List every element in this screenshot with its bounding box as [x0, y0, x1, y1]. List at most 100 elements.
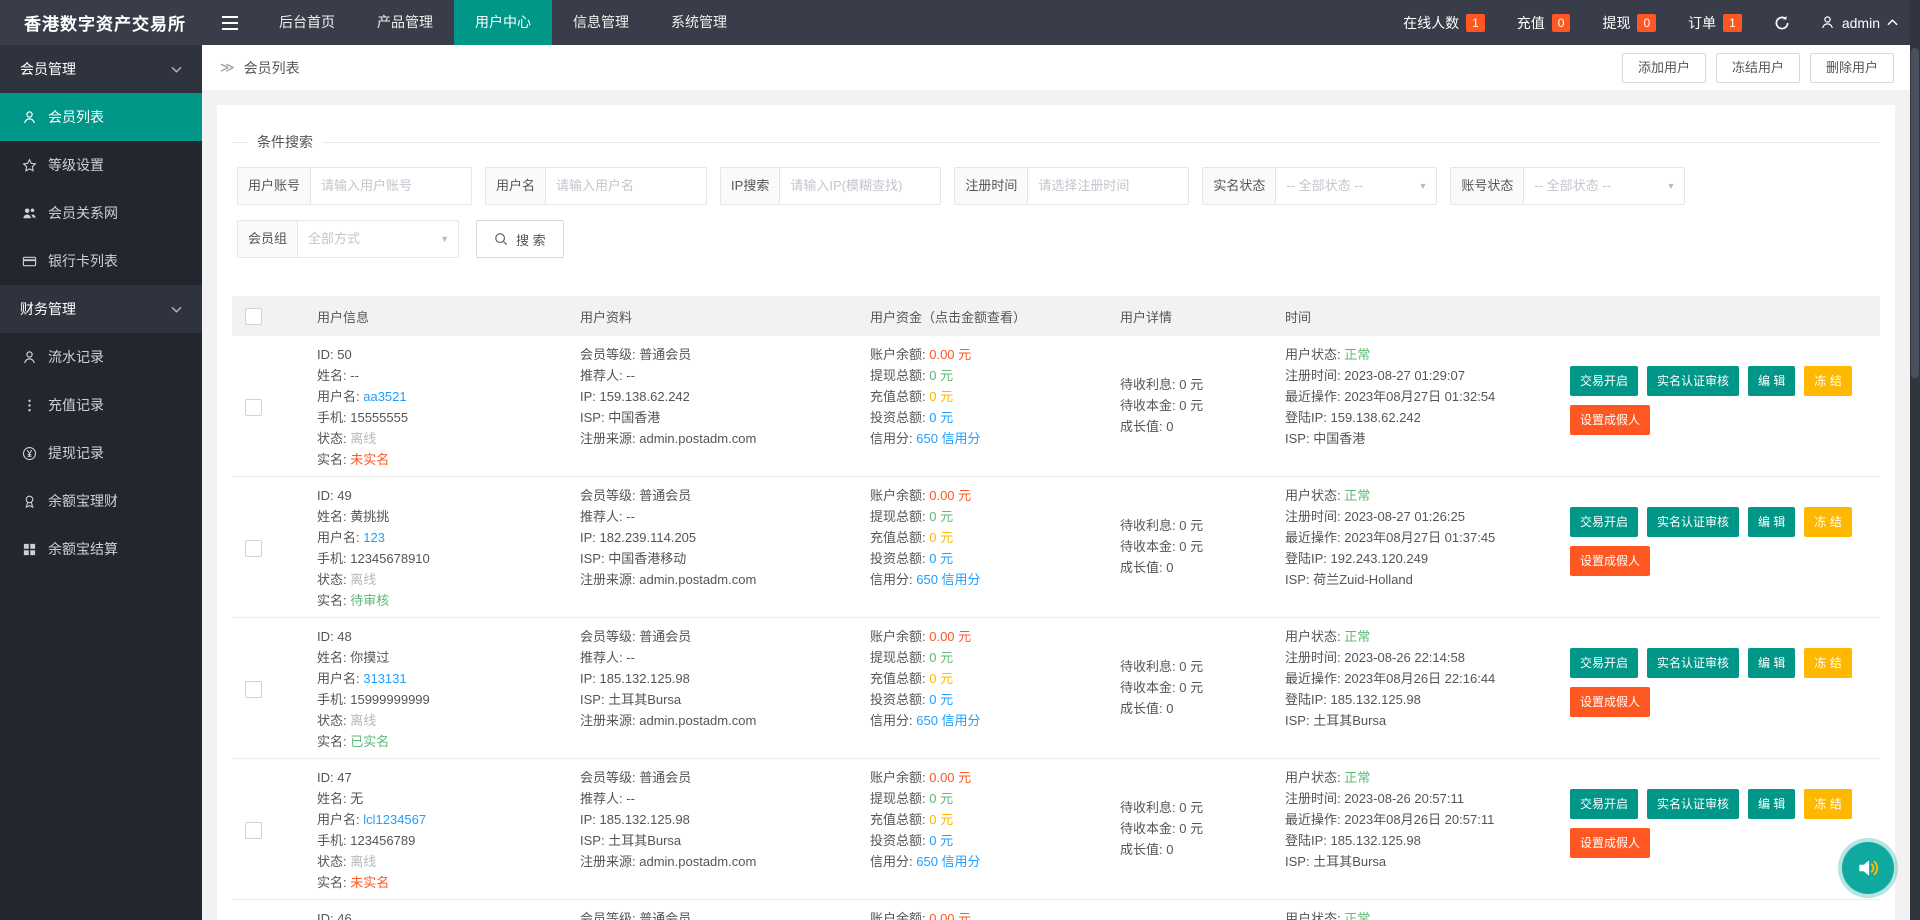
member-withdraw-total[interactable]: 0 元: [929, 509, 953, 524]
sidebar-item[interactable]: 提现记录: [0, 429, 202, 477]
row-checkbox[interactable]: [245, 822, 262, 839]
scrollbar-thumb[interactable]: [1911, 48, 1919, 378]
action-button[interactable]: 编 辑: [1748, 789, 1795, 819]
action-button[interactable]: 交易开启: [1570, 507, 1638, 537]
sidebar-item[interactable]: 流水记录: [0, 333, 202, 381]
row-checkbox[interactable]: [245, 540, 262, 557]
action-button[interactable]: 交易开启: [1570, 648, 1638, 678]
member-balance[interactable]: 0.00 元: [929, 770, 971, 785]
field-input[interactable]: -- 全部状态 -- ▼: [1276, 168, 1436, 204]
sidebar-item[interactable]: 充值记录: [0, 381, 202, 429]
field-label: ISP:: [1285, 572, 1313, 587]
member-recharge-total[interactable]: 0 元: [929, 812, 953, 827]
search-button[interactable]: 搜 索: [476, 220, 564, 258]
member-invest-total[interactable]: 0 元: [929, 551, 953, 566]
topbar-stat[interactable]: 提现 0: [1586, 13, 1672, 33]
action-button[interactable]: 冻 结: [1804, 789, 1851, 819]
action-button[interactable]: 交易开启: [1570, 789, 1638, 819]
action-button[interactable]: 冻 结: [1804, 648, 1851, 678]
refresh-icon[interactable]: [1758, 15, 1806, 31]
action-button[interactable]: 实名认证审核: [1647, 507, 1739, 537]
sidebar-item[interactable]: 等级设置: [0, 141, 202, 189]
member-credit-score[interactable]: 650 信用分: [916, 713, 980, 728]
member-login-isp: 中国香港: [1313, 431, 1365, 446]
member-recharge-total[interactable]: 0 元: [929, 389, 953, 404]
page-action-button[interactable]: 删除用户: [1810, 53, 1894, 83]
member-invest-total[interactable]: 0 元: [929, 833, 953, 848]
member-recharge-total[interactable]: 0 元: [929, 671, 953, 686]
page-action-button[interactable]: 添加用户: [1622, 53, 1706, 83]
chevron-down-icon: ▼: [1666, 168, 1675, 204]
member-invest-total[interactable]: 0 元: [929, 692, 953, 707]
member-id: 50: [337, 347, 351, 362]
member-balance[interactable]: 0.00 元: [929, 488, 971, 503]
field-label: ISP:: [580, 551, 608, 566]
member-username-link[interactable]: 123: [363, 530, 385, 545]
member-credit-score[interactable]: 650 信用分: [916, 854, 980, 869]
user-menu[interactable]: admin: [1806, 15, 1920, 31]
sidebar-item[interactable]: 银行卡列表: [0, 237, 202, 285]
sidebar-item[interactable]: 余额宝结算: [0, 525, 202, 573]
action-button[interactable]: 设置成假人: [1570, 828, 1650, 858]
topbar-stat[interactable]: 在线人数 1: [1387, 13, 1501, 33]
member-balance[interactable]: 0.00 元: [929, 911, 971, 920]
member-group-select[interactable]: 全部方式 ▼: [298, 221, 458, 257]
action-button[interactable]: 编 辑: [1748, 507, 1795, 537]
sidebar-item[interactable]: 会员列表: [0, 93, 202, 141]
nav-tab[interactable]: 用户中心: [454, 0, 552, 45]
member-ip: 185.132.125.98: [600, 671, 690, 686]
nav-tab[interactable]: 后台首页: [258, 0, 356, 45]
field-label: 会员等级:: [580, 347, 639, 362]
member-growth: 0: [1166, 560, 1173, 575]
page-action-button[interactable]: 冻结用户: [1716, 53, 1800, 83]
member-credit-score[interactable]: 650 信用分: [916, 431, 980, 446]
row-checkbox[interactable]: [245, 681, 262, 698]
sidebar-group-title[interactable]: 财务管理: [0, 285, 202, 333]
nav-tab[interactable]: 产品管理: [356, 0, 454, 45]
member-withdraw-total[interactable]: 0 元: [929, 791, 953, 806]
member-username-link[interactable]: aa3521: [363, 389, 406, 404]
action-button[interactable]: 实名认证审核: [1647, 366, 1739, 396]
sidebar-item[interactable]: 会员关系网: [0, 189, 202, 237]
select-all-checkbox[interactable]: [245, 308, 262, 325]
action-button[interactable]: 设置成假人: [1570, 405, 1650, 435]
field-label: IP:: [580, 389, 600, 404]
hamburger-menu-icon[interactable]: [202, 16, 258, 30]
field-label: 用户名:: [317, 530, 363, 545]
member-username-link[interactable]: lcl1234567: [363, 812, 426, 827]
field-label: 注册时间:: [1285, 368, 1344, 383]
member-withdraw-total[interactable]: 0 元: [929, 650, 953, 665]
sidebar-group-title[interactable]: 会员管理: [0, 45, 202, 93]
member-credit-score[interactable]: 650 信用分: [916, 572, 980, 587]
field-label: 实名:: [317, 452, 350, 467]
row-checkbox[interactable]: [245, 399, 262, 416]
field-input[interactable]: -- 全部状态 -- ▼: [1524, 168, 1684, 204]
member-balance[interactable]: 0.00 元: [929, 629, 971, 644]
action-button[interactable]: 编 辑: [1748, 366, 1795, 396]
topbar-stat[interactable]: 订单 1: [1672, 13, 1758, 33]
field-input[interactable]: 请输入用户名 ▼: [546, 168, 706, 204]
action-button[interactable]: 交易开启: [1570, 366, 1638, 396]
action-button[interactable]: 实名认证审核: [1647, 789, 1739, 819]
action-button[interactable]: 实名认证审核: [1647, 648, 1739, 678]
field-label: IP搜索: [721, 168, 780, 204]
field-input[interactable]: 请输入IP(模糊查找) ▼: [780, 168, 940, 204]
member-recharge-total[interactable]: 0 元: [929, 530, 953, 545]
member-username-link[interactable]: 313131: [363, 671, 406, 686]
nav-tab[interactable]: 信息管理: [552, 0, 650, 45]
action-button[interactable]: 冻 结: [1804, 507, 1851, 537]
member-online-status: 离线: [350, 854, 376, 869]
topbar-stat[interactable]: 充值 0: [1501, 13, 1587, 33]
member-withdraw-total[interactable]: 0 元: [929, 368, 953, 383]
action-button[interactable]: 编 辑: [1748, 648, 1795, 678]
action-button[interactable]: 设置成假人: [1570, 546, 1650, 576]
sidebar-item[interactable]: 余额宝理财: [0, 477, 202, 525]
member-balance[interactable]: 0.00 元: [929, 347, 971, 362]
nav-tab[interactable]: 系统管理: [650, 0, 748, 45]
action-button[interactable]: 设置成假人: [1570, 687, 1650, 717]
field-input[interactable]: 请选择注册时间 ▼: [1028, 168, 1188, 204]
action-button[interactable]: 冻 结: [1804, 366, 1851, 396]
sound-float-button[interactable]: [1842, 842, 1894, 894]
member-invest-total[interactable]: 0 元: [929, 410, 953, 425]
field-input[interactable]: 请输入用户账号 ▼: [311, 168, 471, 204]
